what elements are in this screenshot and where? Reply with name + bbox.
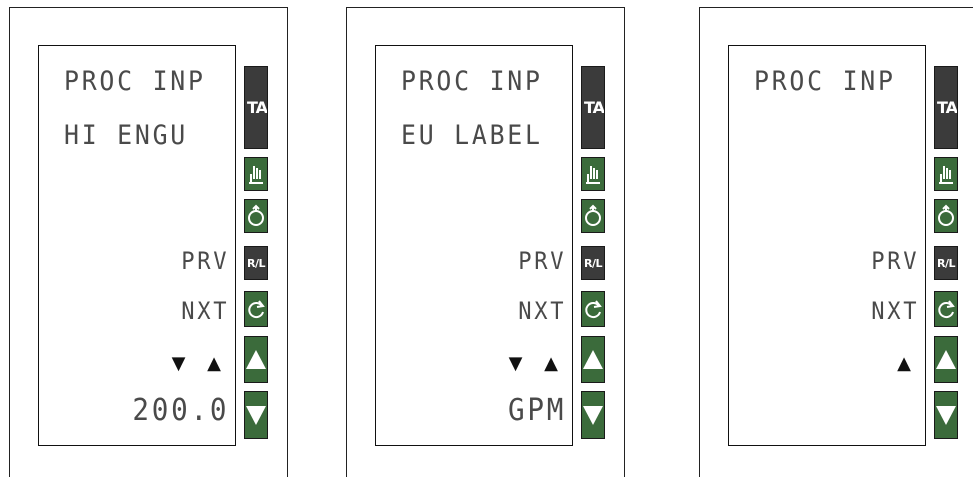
cycle-icon [248,300,265,319]
prv-label: PRV [870,247,919,275]
tune-icon [585,204,601,226]
lcd-line-1: PROC INP [64,66,206,97]
tune-icon [938,204,954,226]
hand-icon [939,166,953,184]
cycle-icon [938,300,955,319]
up-arrow-icon [936,349,956,369]
lcd-screen: PROC INP EU LABEL PRV NXT ▼ ▲ GPM [375,45,573,446]
down-button[interactable] [581,391,605,439]
device-panel-2: PROC INP EU LABEL PRV NXT ▼ ▲ GPM TAG R/… [346,7,625,477]
nxt-label: NXT [180,297,229,325]
nxt-label: NXT [517,297,566,325]
lcd-value: 200.0 [132,393,229,428]
down-arrow-icon [936,406,956,425]
up-button[interactable] [934,336,958,383]
cycle-button[interactable] [581,291,605,327]
rl-button[interactable]: R/L [244,246,268,280]
device-panel-3: PROC INP PRV NXT ▲ TAG R/L [699,7,973,477]
cycle-button[interactable] [244,291,268,327]
scroll-arrows-indicator: ▼ ▲ [508,353,566,374]
scroll-arrows-indicator: ▲ [897,353,919,374]
tag-button[interactable]: TAG [244,66,268,149]
manual-button[interactable] [934,157,958,191]
down-arrow-icon [583,406,603,425]
tune-button[interactable] [244,199,268,233]
lcd-value: GPM [507,393,566,428]
manual-button[interactable] [581,157,605,191]
lcd-screen: PROC INP PRV NXT ▲ [728,45,926,446]
lcd-line-1: PROC INP [754,66,896,97]
lcd-screen: PROC INP HI ENGU PRV NXT ▼ ▲ 200.0 [38,45,236,446]
lcd-line-1: PROC INP [401,66,543,97]
down-arrow-icon [246,406,266,425]
rl-button[interactable]: R/L [581,246,605,280]
hand-icon [249,166,263,184]
tag-button[interactable]: TAG [581,66,605,149]
manual-button[interactable] [244,157,268,191]
up-button[interactable] [581,336,605,383]
tune-icon [248,204,264,226]
tune-button[interactable] [934,199,958,233]
cycle-button[interactable] [934,291,958,327]
hand-icon [586,166,600,184]
lcd-line-2: HI ENGU [64,120,189,151]
up-arrow-icon [583,349,603,369]
up-button[interactable] [244,336,268,383]
prv-label: PRV [517,247,566,275]
scroll-arrows-indicator: ▼ ▲ [171,353,229,374]
cycle-icon [585,300,602,319]
down-button[interactable] [244,391,268,439]
tag-button[interactable]: TAG [934,66,958,149]
prv-label: PRV [180,247,229,275]
device-panel-1: PROC INP HI ENGU PRV NXT ▼ ▲ 200.0 TAG R… [9,7,288,477]
up-arrow-icon [246,349,266,369]
rl-button[interactable]: R/L [934,246,958,280]
down-button[interactable] [934,391,958,439]
lcd-line-2: EU LABEL [401,120,543,151]
nxt-label: NXT [870,297,919,325]
tune-button[interactable] [581,199,605,233]
